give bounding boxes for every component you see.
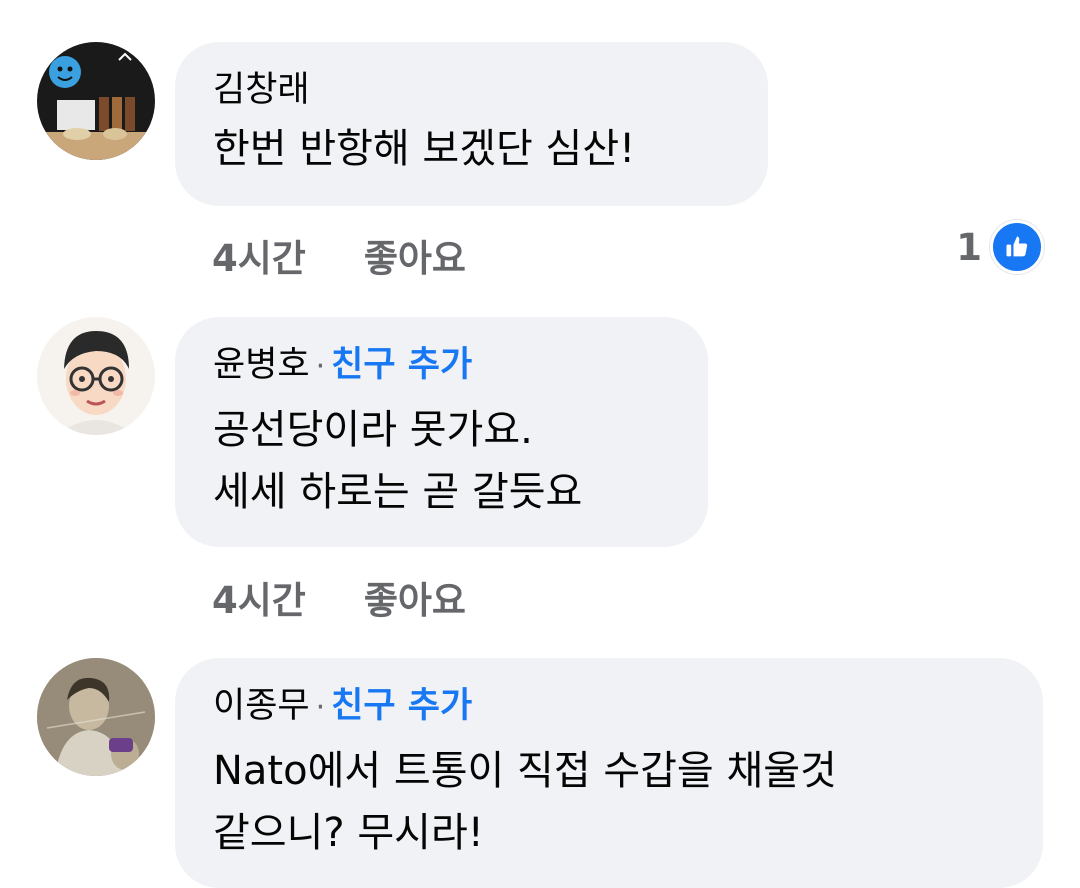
comment-bubble: 이종무 · 친구 추가 Nato에서 트통이 직접 수갑을 채울것 같으니? 무시라… [175, 658, 1043, 888]
comment-author[interactable]: 윤병호 [213, 345, 310, 385]
comment-text: 한번 반항해 보겠단 심산! [213, 118, 730, 180]
comment-bubble: 윤병호 · 친구 추가 공선당이라 못가요. 세세 하로는 곧 갈듯요 [175, 317, 708, 547]
add-friend-link[interactable]: 친구 추가 [331, 345, 472, 385]
comment-text: 공선당이라 못가요. 세세 하로는 곧 갈듯요 [213, 399, 670, 523]
reaction-summary[interactable]: 1 [956, 220, 1044, 274]
avatar[interactable] [37, 658, 155, 776]
comment-text-line: Nato에서 트통이 직접 수갑을 채울것 [213, 748, 837, 794]
add-friend-link[interactable]: 친구 추가 [331, 686, 472, 726]
comment-author[interactable]: 김창래 [213, 70, 310, 110]
like-thumbs-up-icon [990, 220, 1044, 274]
like-button[interactable]: 좋아요 [364, 237, 466, 280]
comment-header: 윤병호 · 친구 추가 [213, 343, 670, 389]
reaction-count: 1 [956, 225, 982, 269]
avatar-image [37, 658, 155, 776]
comment-actions: 4시간 좋아요 [212, 228, 466, 282]
separator: · [315, 349, 326, 384]
comment-timestamp[interactable]: 4시간 [212, 237, 306, 280]
comment-header: 김창래 [213, 68, 730, 112]
avatar[interactable] [37, 317, 155, 435]
comment-text: Nato에서 트통이 직접 수갑을 채울것 같으니? 무시라! [213, 740, 1005, 864]
comment-actions: 4시간 좋아요 [212, 570, 466, 624]
comment-text-line: 같으니? 무시라! [213, 810, 484, 856]
like-button[interactable]: 좋아요 [364, 579, 466, 622]
avatar-image [37, 42, 155, 160]
separator: · [315, 690, 326, 725]
comment-header: 이종무 · 친구 추가 [213, 684, 1005, 730]
comment-text-line: 세세 하로는 곧 갈듯요 [213, 469, 583, 515]
comment-timestamp[interactable]: 4시간 [212, 579, 306, 622]
comment-text-line: 한번 반항해 보겠단 심산! [213, 126, 636, 172]
comment-text-line: 공선당이라 못가요. [213, 407, 533, 453]
comment-author[interactable]: 이종무 [213, 686, 310, 726]
avatar[interactable] [37, 42, 155, 160]
avatar-image [37, 317, 155, 435]
comment-bubble: 김창래 한번 반항해 보겠단 심산! [175, 42, 768, 206]
